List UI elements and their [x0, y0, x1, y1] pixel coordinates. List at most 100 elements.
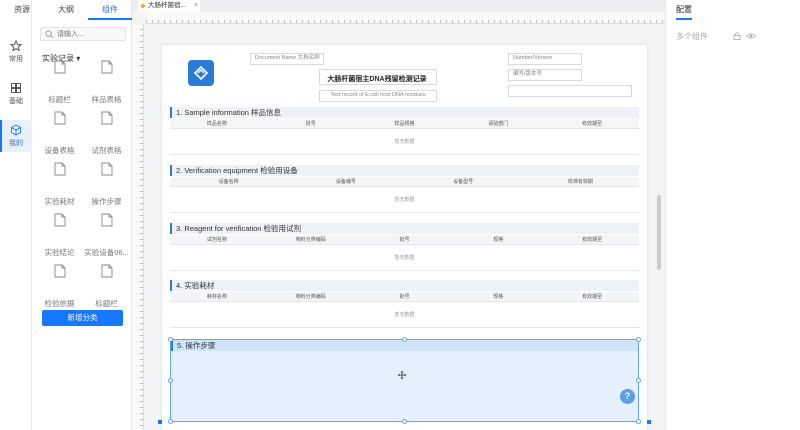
resize-handle[interactable]: [636, 419, 641, 424]
empty-state: 暂无数据: [170, 245, 639, 271]
component-label: 样品表格: [91, 95, 122, 104]
company-logo: [188, 60, 214, 86]
column-header: 设备型号: [453, 179, 474, 185]
table-header: 耗材名称 物料分类编码 批号 规格 有效期至: [170, 292, 639, 302]
cube-icon: [11, 124, 21, 136]
column-header: 样品名称: [206, 121, 227, 127]
document-icon: [101, 213, 113, 227]
blank-field[interactable]: [508, 85, 632, 97]
config-title[interactable]: 配置: [676, 4, 692, 20]
column-header: 试剂名称: [206, 237, 227, 243]
multiple-components-label: 多个组件: [676, 32, 708, 41]
rail-mine[interactable]: 我的: [0, 120, 32, 152]
vertical-scrollbar[interactable]: [657, 195, 661, 270]
component-label: 标题栏: [48, 95, 71, 104]
document-icon: [101, 60, 113, 74]
resize-handle[interactable]: [636, 378, 641, 383]
column-header: 物料分类编码: [295, 237, 326, 243]
resize-handle[interactable]: [168, 419, 173, 424]
column-header: 规格: [493, 294, 504, 300]
column-header: 规格: [493, 237, 504, 243]
section-title: 1. Sample information 样品信息: [170, 107, 639, 118]
search-input[interactable]: [57, 29, 123, 39]
rail-common[interactable]: 常用: [0, 36, 32, 68]
rail-basic-label: 基础: [9, 98, 23, 105]
component-item[interactable]: 样品表格: [83, 60, 130, 110]
document-tab-label: 大肠杆菌宿...: [148, 2, 186, 9]
sample-info-section[interactable]: 1. Sample information 样品信息 样品名称 批号 样品规格 …: [170, 107, 639, 155]
column-header: 校准有效期: [567, 179, 593, 185]
resize-handle[interactable]: [168, 337, 173, 342]
tab-components[interactable]: 组件: [88, 0, 132, 20]
column-header: 请验部门: [488, 121, 509, 127]
help-button[interactable]: ?: [620, 389, 635, 404]
section-title: 2. Verification equipment 检验用设备: [170, 165, 639, 176]
lock-icon[interactable]: [733, 32, 741, 40]
tab-outline[interactable]: 大纲: [44, 0, 88, 20]
document-icon: [101, 111, 113, 125]
document-name-field[interactable]: Document Name 文档名称: [250, 53, 324, 65]
empty-state: 暂无数据: [170, 129, 639, 155]
document-icon: [54, 264, 66, 278]
eye-icon[interactable]: [746, 32, 756, 40]
column-header: 设备名称: [218, 179, 239, 185]
empty-state: 暂无数据: [170, 187, 639, 213]
tab-resources[interactable]: 资源: [0, 0, 44, 20]
reagent-section[interactable]: 3. Reagent for verification 检验用试剂 试剂名称 物…: [170, 223, 639, 271]
section-title: 4. 实验耗材: [170, 280, 639, 291]
empty-state: 暂无数据: [170, 302, 639, 328]
component-label: 实验结论: [44, 248, 75, 257]
version-field[interactable]: Number/Version: [508, 53, 582, 65]
rail-common-label: 常用: [9, 56, 23, 63]
document-icon: [54, 111, 66, 125]
component-item[interactable]: 试剂表格: [83, 111, 130, 161]
component-item[interactable]: 操作步骤: [83, 162, 130, 212]
document-icon: [101, 162, 113, 176]
close-icon[interactable]: ×: [194, 0, 198, 12]
column-header: 耗材名称: [206, 294, 227, 300]
component-item[interactable]: 设备表格: [36, 111, 83, 161]
component-item[interactable]: 实验设备06...: [83, 213, 130, 263]
panel-tabs: 资源 大纲 组件: [0, 0, 132, 20]
document-icon: [54, 162, 66, 176]
grid-icon: [11, 83, 21, 93]
column-header: 批号: [399, 294, 410, 300]
component-label: 实验耗材: [44, 197, 75, 206]
equipment-section[interactable]: 2. Verification equipment 检验用设备 设备名称 设备编…: [170, 165, 639, 213]
component-item[interactable]: 标题栏: [36, 60, 83, 110]
document-icon: [101, 264, 113, 278]
resize-handle[interactable]: [402, 419, 407, 424]
star-icon: [10, 40, 22, 52]
number-version-field[interactable]: 编号/版本号: [508, 69, 582, 81]
search-icon: [45, 30, 54, 39]
document-tab[interactable]: 大肠杆菌宿... ×: [138, 0, 200, 12]
side-rail: 常用 基础 我的: [0, 0, 32, 430]
table-header: 设备名称 设备编号 设备型号 校准有效期: [170, 177, 639, 187]
page-corner-handle[interactable]: [158, 420, 162, 424]
document-icon: [54, 213, 66, 227]
rail-basic[interactable]: 基础: [0, 78, 32, 110]
component-item[interactable]: 实验结论: [36, 213, 83, 263]
component-label: 标题栏: [95, 299, 118, 308]
add-category-button[interactable]: 新增分类: [42, 310, 123, 326]
column-header: 有效期至: [582, 294, 603, 300]
selected-procedure-section[interactable]: 5. 操作步骤: [170, 339, 639, 422]
component-item[interactable]: 实验耗材: [36, 162, 83, 212]
resize-handle[interactable]: [636, 337, 641, 342]
component-label: 设备表格: [44, 146, 75, 155]
component-panel: 资源 大纲 组件 实验记录 ▾ 标题栏 样品表格 设备表格 试剂表格 实验耗材 …: [14, 0, 132, 430]
document-subtitle: Test record of E.coli host DNA residues: [319, 90, 437, 102]
page-corner-handle[interactable]: [647, 420, 651, 424]
config-panel: 配置 多个组件: [665, 0, 800, 430]
component-item[interactable]: 检验依据: [36, 264, 83, 314]
resize-handle[interactable]: [168, 378, 173, 383]
component-label: 实验设备06...: [84, 248, 129, 257]
component-item[interactable]: 标题栏: [83, 264, 130, 314]
table-header: 试剂名称 物料分类编码 批号 规格 有效期至: [170, 235, 639, 245]
move-icon[interactable]: [397, 370, 407, 380]
column-header: 样品规格: [394, 121, 415, 127]
column-header: 有效期至: [582, 121, 603, 127]
column-header: 批号: [399, 237, 410, 243]
resize-handle[interactable]: [402, 337, 407, 342]
consumables-section[interactable]: 4. 实验耗材 耗材名称 物料分类编码 批号 规格 有效期至 暂无数据: [170, 280, 639, 328]
